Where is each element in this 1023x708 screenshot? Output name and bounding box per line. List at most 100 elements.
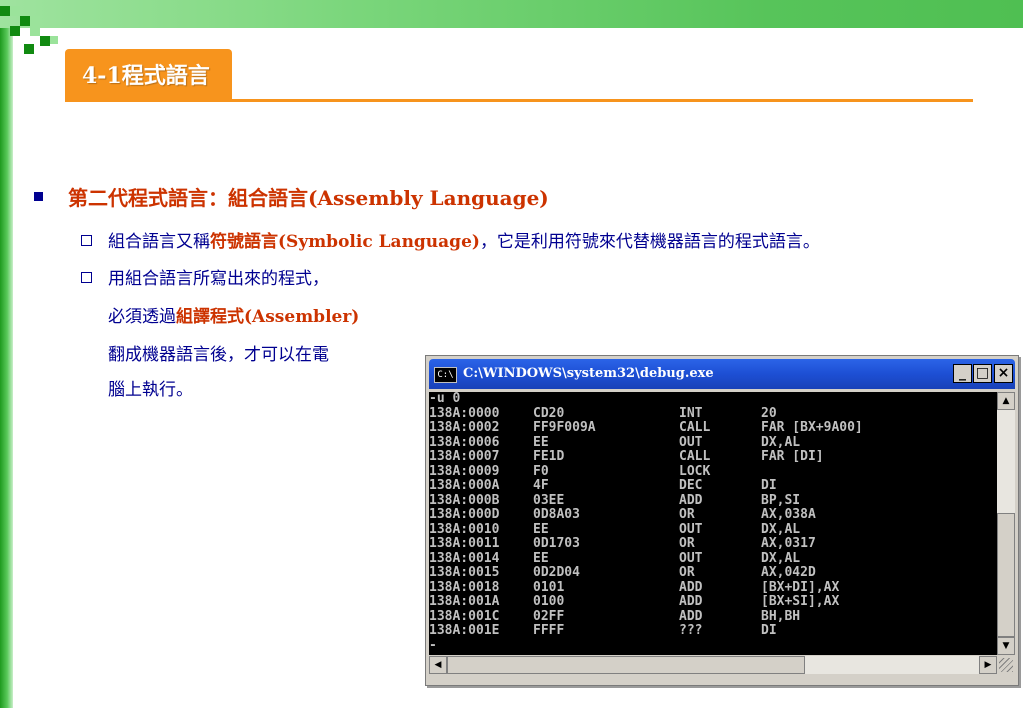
horizontal-scrollbar[interactable]: ◀ ▶ xyxy=(429,656,997,674)
console-operand: DX,AL xyxy=(761,550,801,566)
console-operand: BP,SI xyxy=(761,492,801,508)
window-title: C:\WINDOWS\system32\debug.exe xyxy=(463,366,714,381)
console-operand: DX,AL xyxy=(761,521,801,537)
console-hex: 0D1703 xyxy=(533,536,580,551)
left-green-strip xyxy=(0,0,13,708)
console-operand: DI xyxy=(761,623,777,638)
console-addr: 138A:0006 xyxy=(429,434,500,450)
console-row: 138A:0007 FE1D CALL FAR [DI] xyxy=(429,449,997,465)
console-hex: EE xyxy=(533,521,549,537)
title-underline xyxy=(65,99,973,102)
console-row: 138A:0018 0101 ADD [BX+DI],AX xyxy=(429,579,997,596)
console-hex: 0D2D04 xyxy=(533,565,580,580)
minimize-button[interactable]: _ xyxy=(953,364,972,383)
console-row: 138A:001A 0100 ADD [BX+SI],AX xyxy=(429,594,997,610)
console-row: 138A:0014 EE OUT DX,AL xyxy=(429,550,997,567)
console-opcode: OR xyxy=(679,536,695,551)
console-addr: 138A:0011 xyxy=(429,536,500,551)
console-hex: 02FF xyxy=(533,608,565,624)
console-operand: [BX+SI],AX xyxy=(761,594,840,609)
square-bullet-icon xyxy=(34,192,43,201)
console-output[interactable]: -u 0 138A:0000 CD20 INT 20 138A:0002 FF9F009A… xyxy=(429,392,997,655)
vertical-scroll-thumb[interactable] xyxy=(997,513,1015,637)
scroll-right-arrow-icon[interactable]: ▶ xyxy=(979,656,997,674)
console-hex: FFFF xyxy=(533,623,565,638)
console-opcode: OUT xyxy=(679,550,703,566)
console-opcode: ADD xyxy=(679,594,703,609)
console-row: 138A:0011 0D1703 OR AX,0317 xyxy=(429,536,997,552)
bullet2-emph-en: (Assembler) xyxy=(244,307,360,327)
console-opcode: OR xyxy=(679,565,695,580)
console-row: 138A:001E FFFF??? DI xyxy=(429,623,997,639)
console-operand: FAR [BX+9A00] xyxy=(761,420,863,435)
bullet-symbolic-language: 組合語言又稱符號語言(Symbolic Language)，它是利用符號來代替機… xyxy=(108,227,820,252)
console-opcode: CALL xyxy=(679,449,711,464)
console-opcode: ADD xyxy=(679,492,703,508)
console-opcode: OUT xyxy=(679,521,703,537)
console-prompt: - xyxy=(429,637,437,653)
console-row: 138A:0006 EE OUT DX,AL xyxy=(429,434,997,451)
console-hex: FE1D xyxy=(533,449,565,464)
console-row: 138A:0009 F0 LOCK xyxy=(429,463,997,480)
console-row: 138A:000A 4F DEC DI xyxy=(429,478,997,494)
console-operand: 20 xyxy=(761,405,777,421)
bullet2-line1: 用組合語言所寫出來的程式， xyxy=(108,269,329,289)
cmd-icon: C:\ xyxy=(434,367,457,383)
console-hex: 0D8A03 xyxy=(533,507,580,522)
bullet2-emph: 組譯程式 xyxy=(176,307,244,327)
console-hex: FF9F009A xyxy=(533,420,596,435)
console-addr: 138A:0007 xyxy=(429,449,500,464)
bullet1-text-a: 組合語言又稱 xyxy=(108,232,210,252)
console-addr: 138A:000B xyxy=(429,492,500,508)
slide-title: 4-1程式語言 xyxy=(82,63,210,89)
console-hex: CD20 xyxy=(533,405,565,421)
window-titlebar[interactable]: C:\ C:\WINDOWS\system32\debug.exe _ □ × xyxy=(429,359,1015,389)
console-addr: 138A:0014 xyxy=(429,550,500,566)
console-row: 138A:0010 EE OUT DX,AL xyxy=(429,521,997,538)
scroll-down-arrow-icon[interactable]: ▼ xyxy=(997,637,1015,655)
heading-en: (Assembly Language) xyxy=(308,186,549,210)
console-row: 138A:0015 0D2D04 OR AX,042D xyxy=(429,565,997,581)
console-opcode: ADD xyxy=(679,608,703,624)
bullet2-line4: 腦上執行。 xyxy=(108,380,193,400)
console-row: 138A:000D 0D8A03 OR AX,038A xyxy=(429,507,997,523)
console-hex: F0 xyxy=(533,463,549,479)
console-addr: 138A:001E xyxy=(429,623,500,638)
console-addr: 138A:0010 xyxy=(429,521,500,537)
bullet2-line3: 翻成機器語言後，才可以在電 xyxy=(108,345,329,365)
scroll-left-arrow-icon[interactable]: ◀ xyxy=(429,656,447,674)
console-opcode: CALL xyxy=(679,420,711,435)
console-operand: FAR [DI] xyxy=(761,449,824,464)
console-addr: 138A:0002 xyxy=(429,420,500,435)
console-hex: 03EE xyxy=(533,492,565,508)
console-row: 138A:0000 CD20 INT 20 xyxy=(429,405,997,422)
console-operand: DI xyxy=(761,478,777,493)
console-addr: 138A:000A xyxy=(429,478,500,493)
console-hex: 0100 xyxy=(533,594,565,609)
console-opcode: OUT xyxy=(679,434,703,450)
bullet1-emph-en: (Symbolic Language) xyxy=(278,232,480,252)
horizontal-scroll-thumb[interactable] xyxy=(447,656,805,674)
console-row: 138A:000B 03EE ADD BP,SI xyxy=(429,492,997,509)
console-addr: 138A:001A xyxy=(429,594,500,609)
top-green-bar xyxy=(0,0,1023,28)
close-button[interactable]: × xyxy=(994,364,1013,383)
vertical-scrollbar[interactable]: ▲ ▼ xyxy=(997,392,1015,655)
console-operand: [BX+DI],AX xyxy=(761,579,840,595)
debug-console-window: C:\ C:\WINDOWS\system32\debug.exe _ □ × … xyxy=(425,355,1019,686)
heading-zh: 第二代程式語言：組合語言 xyxy=(68,186,308,210)
console-opcode: OR xyxy=(679,507,695,522)
resize-grip-icon[interactable] xyxy=(999,658,1013,672)
console-row: 138A:001C 02FF ADD BH,BH xyxy=(429,608,997,625)
console-opcode: DEC xyxy=(679,478,703,493)
console-operand: AX,042D xyxy=(761,565,816,580)
console-command-line: -u 0 xyxy=(429,392,461,406)
scroll-up-arrow-icon[interactable]: ▲ xyxy=(997,392,1015,410)
console-hex: EE xyxy=(533,434,549,450)
console-hex: 0101 xyxy=(533,579,565,595)
console-operand: DX,AL xyxy=(761,434,801,450)
console-operand: AX,0317 xyxy=(761,536,816,551)
maximize-button[interactable]: □ xyxy=(973,364,992,383)
console-hex: EE xyxy=(533,550,549,566)
bullet2-line2: 必須透過組譯程式(Assembler) xyxy=(108,302,359,327)
